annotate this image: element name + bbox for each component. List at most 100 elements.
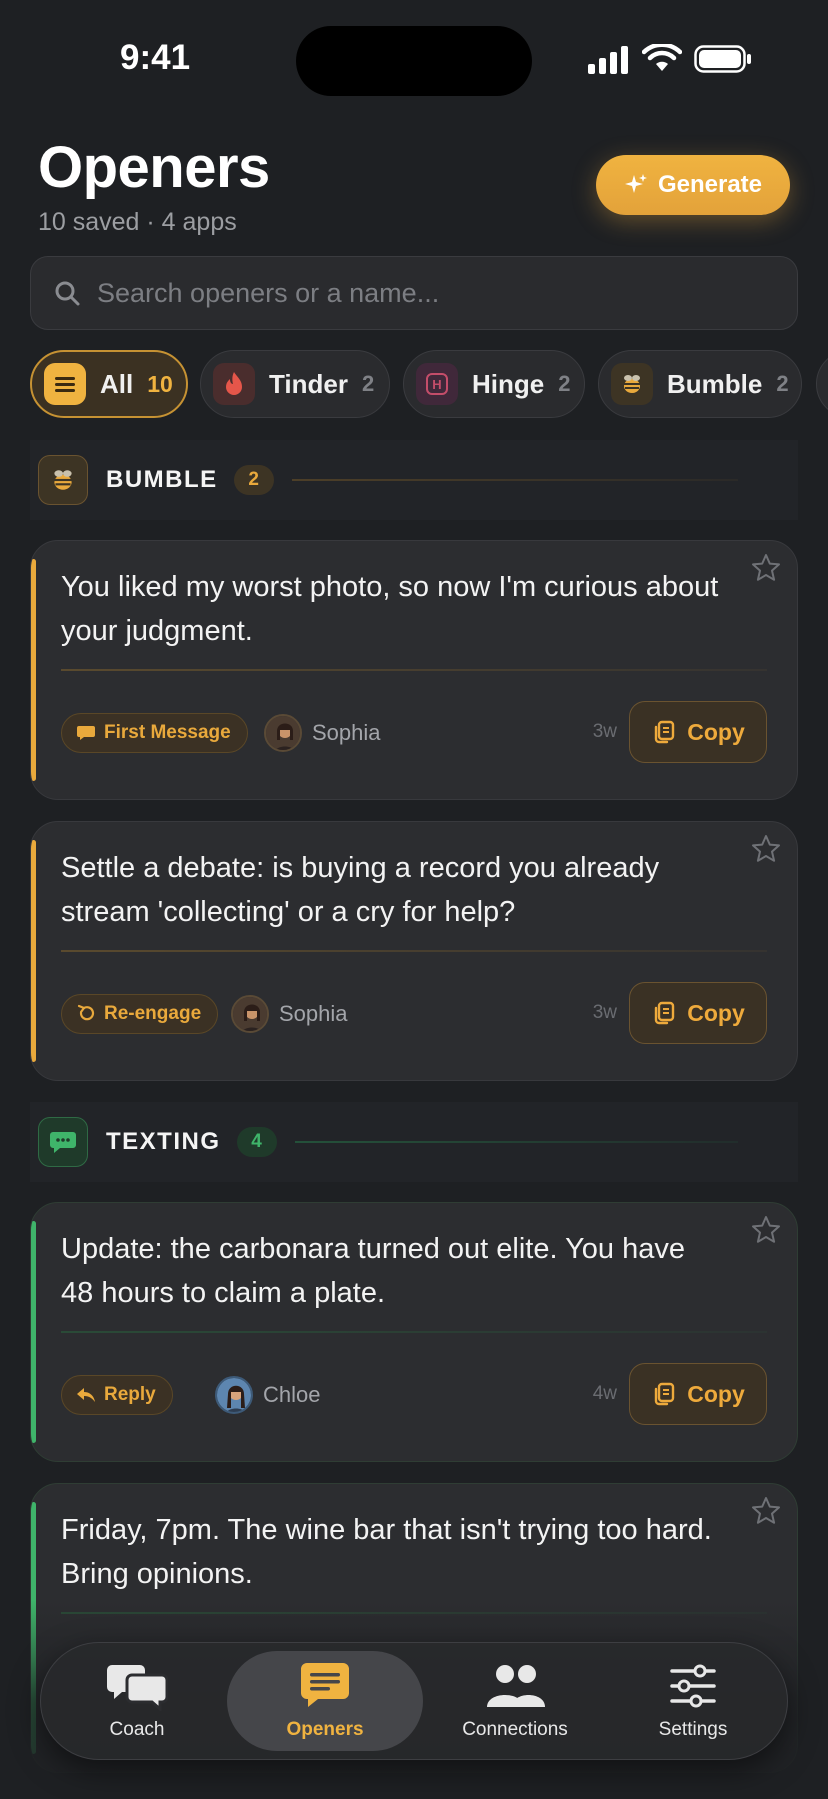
card-accent: [31, 840, 36, 1062]
nav-settings[interactable]: Settings: [605, 1651, 781, 1751]
nav-coach[interactable]: Coach: [49, 1651, 225, 1751]
copy-label: Copy: [687, 718, 745, 745]
star-icon[interactable]: [751, 553, 781, 583]
nav-openers[interactable]: Openers: [227, 1651, 423, 1751]
dynamic-island: [296, 26, 532, 96]
sliders-icon: [670, 1664, 716, 1708]
section-divider: [294, 1141, 738, 1143]
card-footer: Reply Chloe 4w Copy: [61, 1363, 767, 1425]
flame-icon: [213, 363, 255, 405]
page-subtitle: 10 saved · 4 apps: [38, 208, 237, 236]
section-count: 4: [236, 1127, 277, 1157]
card-divider: [61, 950, 767, 952]
person: Sophia: [264, 713, 381, 753]
person-name: Sophia: [279, 1001, 348, 1026]
avatar: [264, 714, 302, 752]
bee-icon: [611, 363, 653, 405]
refresh-icon: [77, 1004, 95, 1021]
opener-card[interactable]: Settle a debate: is buying a record you …: [30, 821, 798, 1081]
status-time: 9:41: [120, 38, 191, 77]
person-name: Chloe: [263, 1382, 321, 1407]
sparkle-icon: [624, 174, 647, 193]
section-header-bumble: BUMBLE 2: [30, 440, 798, 520]
opener-card[interactable]: You liked my worst photo, so now I'm cur…: [30, 540, 798, 800]
bottom-nav: Coach Openers Connections Settings: [40, 1642, 788, 1760]
timestamp: 3w: [592, 1002, 617, 1023]
generate-label: Generate: [657, 171, 763, 198]
generate-button[interactable]: Generate: [596, 155, 790, 215]
star-icon[interactable]: [751, 1215, 781, 1245]
list-icon: [44, 363, 86, 405]
card-divider: [61, 669, 767, 671]
star-icon[interactable]: [751, 834, 781, 864]
section-header-texting: TEXTING 4: [30, 1102, 798, 1182]
chip-all[interactable]: All 10: [30, 350, 188, 418]
wifi-icon: [642, 44, 682, 71]
avatar: [215, 1376, 253, 1414]
chip-hinge[interactable]: H Hinge 2: [403, 350, 585, 418]
copy-label: Copy: [687, 1380, 745, 1407]
tag-label: Reply: [104, 1384, 156, 1405]
page-title: Openers: [38, 135, 270, 200]
person: Chloe: [215, 1375, 320, 1415]
avatar: [231, 995, 269, 1033]
chip-label: Tinder: [269, 368, 348, 399]
chat-bubbles-icon: [107, 1665, 168, 1711]
hinge-icon: H: [416, 363, 458, 405]
timestamp: 4w: [592, 1383, 617, 1404]
chip-count: 2: [776, 371, 789, 396]
tag-first-message: First Message: [61, 713, 248, 753]
copy-button[interactable]: Copy: [629, 1363, 767, 1425]
chip-label: Hinge: [472, 368, 545, 399]
search-bar[interactable]: [30, 256, 798, 330]
signal-icon: [588, 46, 628, 74]
chip-count: 2: [361, 371, 375, 396]
status-bar: 9:41: [0, 0, 828, 120]
bee-icon: [38, 455, 88, 505]
copy-label: Copy: [687, 999, 745, 1026]
copy-button[interactable]: Copy: [629, 982, 767, 1044]
people-icon: [487, 1665, 545, 1707]
nav-label: Coach: [109, 1719, 165, 1740]
card-footer: First Message Sophia 3w Copy: [61, 701, 767, 763]
chip-tinder[interactable]: Tinder 2: [200, 350, 390, 418]
opener-text: Settle a debate: is buying a record you …: [61, 852, 660, 928]
nav-label: Openers: [286, 1719, 364, 1740]
card-footer: Re-engage Sophia 3w Copy: [61, 982, 767, 1044]
copy-icon: [655, 1001, 675, 1025]
person-name: Sophia: [312, 720, 381, 745]
star-icon[interactable]: [751, 1496, 781, 1526]
opener-text: You liked my worst photo, so now I'm cur…: [61, 571, 719, 647]
nav-label: Connections: [462, 1719, 568, 1740]
reply-icon: [77, 1388, 95, 1402]
timestamp: 3w: [592, 721, 617, 742]
battery-icon: [694, 45, 751, 73]
card-accent: [31, 559, 36, 781]
chip-count: 10: [147, 370, 173, 397]
section-count: 2: [233, 465, 274, 495]
chip-label: All: [100, 368, 134, 399]
opener-card[interactable]: Update: the carbonara turned out elite. …: [30, 1202, 798, 1462]
chip-bumble[interactable]: Bumble 2: [598, 350, 802, 418]
chat-icon: [38, 1117, 88, 1167]
copy-button[interactable]: Copy: [629, 701, 767, 763]
chip-more[interactable]: [816, 350, 828, 418]
tag-re-engage: Re-engage: [61, 994, 219, 1034]
message-icon: [77, 726, 95, 740]
chip-count: 2: [558, 371, 571, 396]
opener-text: Update: the carbonara turned out elite. …: [61, 1233, 685, 1309]
message-icon: [301, 1663, 349, 1707]
nav-label: Settings: [658, 1719, 728, 1740]
tag-reply: Reply: [61, 1375, 173, 1415]
copy-icon: [655, 1382, 675, 1406]
svg-text:H: H: [432, 377, 441, 392]
search-input[interactable]: [97, 277, 777, 309]
section-title: BUMBLE: [106, 466, 218, 493]
section-divider: [291, 479, 738, 481]
card-accent: [31, 1221, 36, 1443]
copy-icon: [655, 720, 675, 744]
section-title: TEXTING: [106, 1128, 221, 1155]
person: Sophia: [231, 994, 348, 1034]
nav-connections[interactable]: Connections: [415, 1651, 615, 1751]
search-icon: [55, 281, 80, 306]
